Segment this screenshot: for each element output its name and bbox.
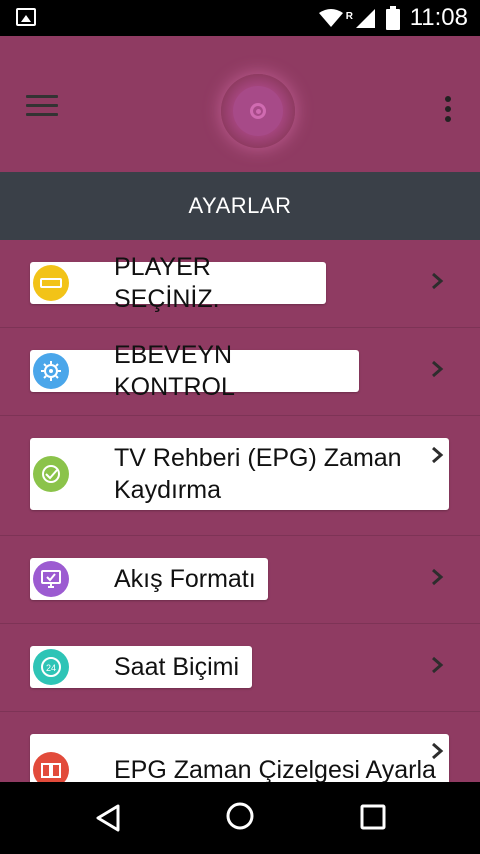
app-header <box>0 36 480 172</box>
settings-card[interactable]: EPG Zaman Çizelgesi Ayarla <box>30 734 449 782</box>
svg-text:24: 24 <box>46 663 56 673</box>
list-item[interactable]: Akış Formatı <box>0 536 480 624</box>
settings-card[interactable]: 24 Saat Biçimi <box>30 646 252 688</box>
roaming-indicator: R <box>345 11 353 22</box>
gear-icon <box>33 353 69 389</box>
more-options-icon[interactable] <box>444 96 452 126</box>
player-icon <box>33 265 69 301</box>
settings-label: Saat Biçimi <box>114 653 240 681</box>
clock-24-icon: 24 <box>33 649 69 685</box>
monitor-icon <box>33 561 69 597</box>
settings-label: PLAYER SEÇİNİZ. <box>114 253 220 313</box>
settings-card[interactable]: EBEVEYN KONTROL <box>30 341 359 401</box>
page-title: AYARLAR <box>188 193 292 218</box>
status-time: 11:08 <box>409 4 468 31</box>
list-item[interactable]: EBEVEYN KONTROL <box>0 328 480 416</box>
status-bar: R 11:08 <box>0 0 480 36</box>
navigation-bar <box>0 782 480 854</box>
battery-icon <box>385 6 400 30</box>
image-notification-icon <box>16 8 36 26</box>
book-icon <box>33 752 69 782</box>
signal-icon: R <box>346 7 376 29</box>
chevron-right-icon <box>428 568 446 586</box>
settings-label: EBEVEYN KONTROL <box>114 341 235 401</box>
status-icons: R 11:08 <box>318 0 468 36</box>
settings-card[interactable]: Akış Formatı <box>30 558 268 600</box>
recent-apps-icon[interactable] <box>360 804 386 835</box>
settings-label: TV Rehberi (EPG) Zaman Kaydırma <box>114 444 402 504</box>
settings-list: PLAYER SEÇİNİZ. EBEVEYN KONTROL TV Rehbe… <box>0 240 480 782</box>
list-item[interactable]: 24 Saat Biçimi <box>0 624 480 712</box>
logo-mark-icon <box>250 103 266 119</box>
home-icon[interactable] <box>224 800 256 837</box>
list-item[interactable]: EPG Zaman Çizelgesi Ayarla <box>0 712 480 782</box>
settings-label: Akış Formatı <box>114 565 256 593</box>
chevron-right-icon <box>428 742 446 760</box>
chevron-right-icon <box>428 272 446 290</box>
back-icon[interactable] <box>94 803 122 838</box>
list-item[interactable]: PLAYER SEÇİNİZ. <box>0 240 480 328</box>
check-clock-icon <box>33 456 69 492</box>
settings-card[interactable]: PLAYER SEÇİNİZ. <box>30 253 326 313</box>
settings-label: EPG Zaman Çizelgesi Ayarla <box>114 756 436 782</box>
chevron-right-icon <box>428 360 446 378</box>
page-title-bar: AYARLAR <box>0 172 480 240</box>
chevron-right-icon <box>428 446 446 464</box>
hamburger-menu-icon[interactable] <box>26 95 58 117</box>
wifi-icon <box>318 8 344 28</box>
list-item[interactable]: TV Rehberi (EPG) Zaman Kaydırma <box>0 416 480 536</box>
app-logo <box>221 74 295 148</box>
chevron-right-icon <box>428 656 446 674</box>
settings-card[interactable]: TV Rehberi (EPG) Zaman Kaydırma <box>30 438 449 510</box>
